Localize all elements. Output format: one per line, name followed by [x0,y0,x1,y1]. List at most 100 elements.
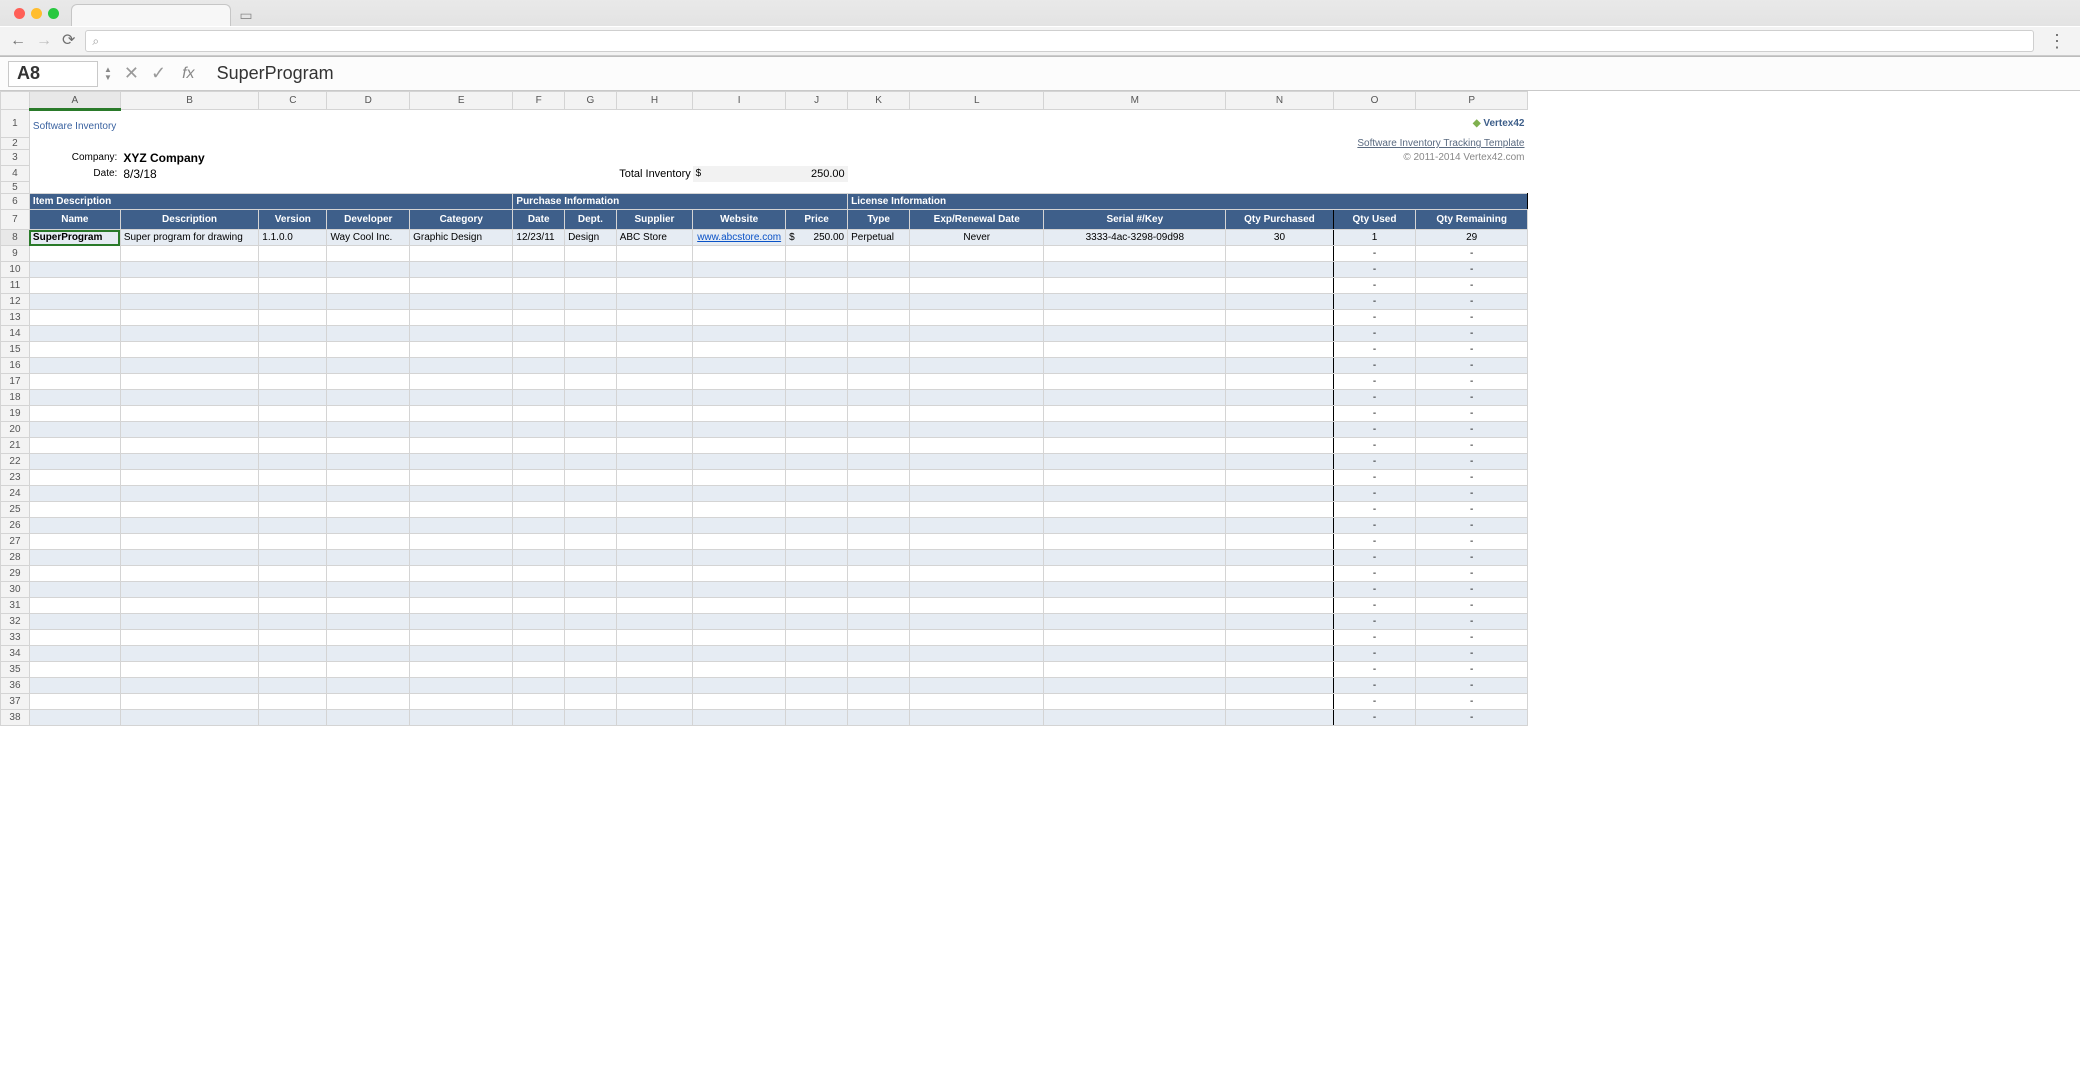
cell[interactable] [120,598,258,614]
cell[interactable] [327,582,410,598]
cell[interactable]: - [1416,678,1528,694]
cell[interactable] [910,374,1044,390]
cell[interactable] [616,470,692,486]
cell[interactable] [259,374,327,390]
cell[interactable] [259,358,327,374]
cell[interactable] [565,470,617,486]
cell[interactable] [565,534,617,550]
col-head-O[interactable]: O [1333,92,1416,110]
cell[interactable]: - [1416,550,1528,566]
cell[interactable] [1226,374,1333,390]
cell[interactable]: - [1416,310,1528,326]
cell[interactable] [120,246,258,262]
cell[interactable] [29,454,120,470]
cell[interactable] [1226,646,1333,662]
cell[interactable] [786,694,848,710]
cell[interactable] [1044,326,1226,342]
cell[interactable] [786,710,848,726]
chevron-down-icon[interactable]: ▼ [104,74,112,81]
cell[interactable] [1226,438,1333,454]
cell[interactable] [1044,454,1226,470]
cell[interactable] [786,326,848,342]
row-12[interactable]: 12-- [1,294,1528,310]
row-head[interactable]: 30 [1,582,30,598]
cell[interactable]: - [1416,534,1528,550]
cell[interactable] [565,390,617,406]
cell[interactable] [513,246,565,262]
cell[interactable] [1044,310,1226,326]
cell[interactable] [1044,502,1226,518]
cell[interactable]: - [1416,694,1528,710]
cell[interactable] [565,614,617,630]
cell[interactable] [29,294,120,310]
select-all-corner[interactable] [1,92,30,110]
cell[interactable] [565,566,617,582]
cell[interactable] [910,262,1044,278]
cell[interactable] [1044,630,1226,646]
cell[interactable] [693,534,786,550]
cell[interactable] [120,470,258,486]
cell[interactable] [565,486,617,502]
cell[interactable] [693,454,786,470]
cell[interactable] [616,390,692,406]
cell[interactable] [410,550,513,566]
cell[interactable] [513,518,565,534]
cell[interactable] [1044,358,1226,374]
row-head[interactable]: 29 [1,566,30,582]
cell[interactable] [410,710,513,726]
cell[interactable]: - [1416,246,1528,262]
cell[interactable] [848,422,910,438]
cell[interactable] [259,678,327,694]
cell[interactable] [410,694,513,710]
back-button[interactable]: ← [10,33,26,49]
row-21[interactable]: 21-- [1,438,1528,454]
cell[interactable] [848,262,910,278]
row-head[interactable]: 6 [1,194,30,210]
row-27[interactable]: 27-- [1,534,1528,550]
cell[interactable] [848,518,910,534]
cell[interactable]: - [1333,278,1416,294]
cell[interactable] [410,374,513,390]
cell[interactable] [120,358,258,374]
cell[interactable] [848,710,910,726]
row-head[interactable]: 17 [1,374,30,390]
cell[interactable] [848,406,910,422]
col-head-M[interactable]: M [1044,92,1226,110]
cell[interactable] [786,294,848,310]
cell[interactable] [327,326,410,342]
cell[interactable]: - [1333,582,1416,598]
cell[interactable] [327,630,410,646]
cell[interactable] [616,278,692,294]
cell[interactable] [693,710,786,726]
cell[interactable] [1226,262,1333,278]
cell[interactable] [910,246,1044,262]
cell[interactable] [120,646,258,662]
cell[interactable] [29,438,120,454]
row-head[interactable]: 31 [1,598,30,614]
cell[interactable] [786,630,848,646]
row-head[interactable]: 20 [1,422,30,438]
cell[interactable] [1226,358,1333,374]
cell[interactable] [616,630,692,646]
cell[interactable] [29,502,120,518]
row-38[interactable]: 38-- [1,710,1528,726]
cell[interactable] [910,454,1044,470]
cell[interactable] [327,422,410,438]
cell[interactable] [120,630,258,646]
cell[interactable] [1226,294,1333,310]
cell[interactable] [565,502,617,518]
cell[interactable] [616,710,692,726]
row-9[interactable]: 9-- [1,246,1528,262]
cell[interactable]: 30 [1226,230,1333,246]
cell[interactable] [786,614,848,630]
cell[interactable] [1226,534,1333,550]
cell[interactable] [259,486,327,502]
cell[interactable] [786,342,848,358]
cell[interactable]: - [1333,662,1416,678]
row-16[interactable]: 16-- [1,358,1528,374]
cell[interactable] [693,342,786,358]
cell[interactable] [327,598,410,614]
cell[interactable] [1226,614,1333,630]
cell[interactable] [616,502,692,518]
cell[interactable]: - [1333,710,1416,726]
